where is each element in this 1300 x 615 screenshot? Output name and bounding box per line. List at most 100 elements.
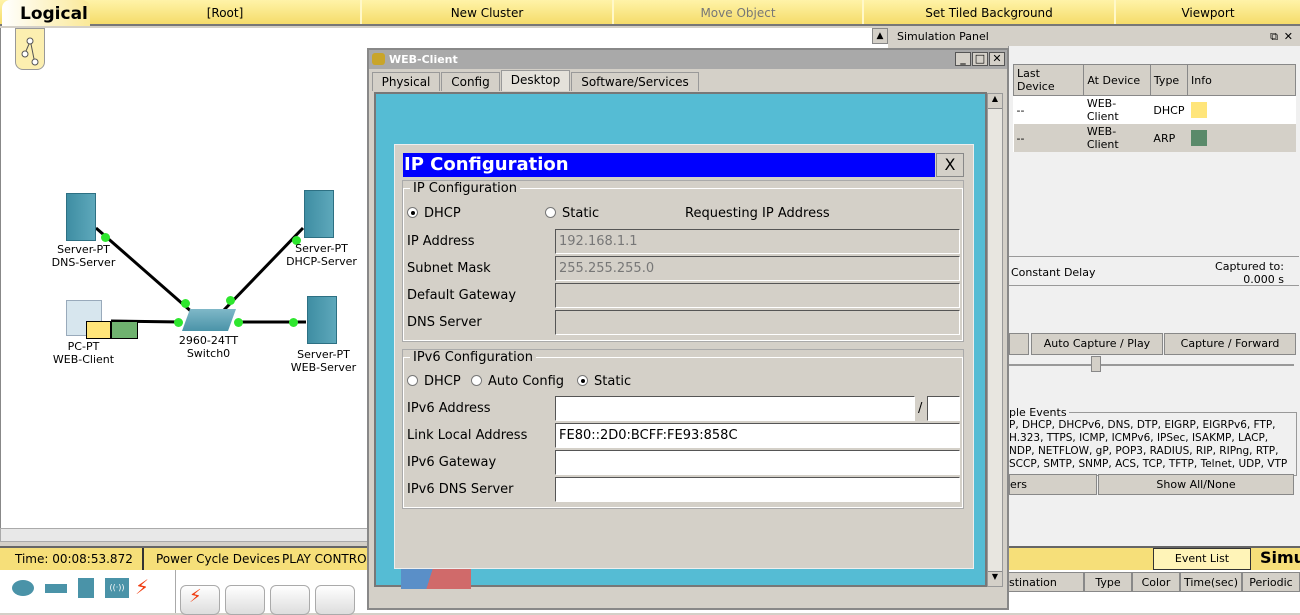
simulation-time: Time: 00:08:53.872 (15, 552, 133, 566)
column-header[interactable]: Last Device (1012, 64, 1085, 96)
ipv6-gateway-label: IPv6 Gateway (407, 455, 497, 470)
ip-configuration-close-button[interactable]: X (936, 153, 964, 177)
info-color-swatch[interactable] (1190, 130, 1207, 146)
delay-option[interactable]: Constant Delay (1011, 266, 1096, 279)
ip-address-input[interactable]: 192.168.1.1 (555, 229, 960, 254)
console-cable-tool[interactable] (225, 585, 265, 615)
switch-icon[interactable] (181, 309, 237, 331)
column-header[interactable]: stination (1008, 572, 1084, 592)
ipv6-gateway-input[interactable] (555, 450, 960, 475)
default-gateway-input[interactable] (555, 283, 960, 308)
ipv6-address-label: IPv6 Address (407, 401, 491, 416)
column-header[interactable]: Color (1132, 572, 1180, 592)
desktop-area: r or IP Configuration X IP Configuration… (374, 92, 987, 589)
desktop-vertical-scrollbar[interactable]: ▲ ▼ (987, 93, 1003, 587)
pdu-envelope-icon[interactable] (86, 321, 111, 339)
link-light (181, 299, 190, 308)
auto-capture-play-button[interactable]: Auto Capture / Play (1031, 333, 1163, 355)
tab-physical[interactable]: Physical (372, 72, 440, 91)
new-cluster-button[interactable]: New Cluster (362, 0, 614, 24)
ip-configuration-title: IP Configuration (403, 153, 935, 177)
speed-slider[interactable] (1009, 364, 1294, 366)
auto-connection-tool[interactable]: ⚡ (180, 585, 220, 615)
device-label: 2960-24TT Switch0 (178, 334, 239, 360)
root-button[interactable]: [Root] (90, 0, 362, 24)
set-tiled-background-button[interactable]: Set Tiled Background (864, 0, 1116, 24)
viewport-button[interactable]: Viewport (1116, 0, 1300, 24)
simulation-mode-tab[interactable]: Simu (1254, 548, 1300, 570)
web-client-window: WEB-Client _ □ ✕ Physical Config Desktop… (367, 48, 1009, 610)
connections-category-icon[interactable]: ⚡ (135, 575, 149, 599)
device-label: Server-PT DNS-Server (51, 243, 116, 269)
subnet-mask-input[interactable]: 255.255.255.0 (555, 256, 960, 281)
hub-category-icon[interactable] (78, 578, 94, 598)
column-header[interactable]: Info (1187, 64, 1296, 96)
app-icon (372, 53, 385, 65)
link-local-address-label: Link Local Address (407, 428, 528, 443)
show-all-none-button[interactable]: Show All/None (1098, 474, 1294, 495)
event-list-filters-legend: ple Events (1009, 406, 1069, 419)
info-color-swatch[interactable] (1190, 102, 1207, 118)
visible-events-list: P, DHCP, DHCPv6, DNS, DTP, EIGRP, EIGRPv… (1009, 419, 1288, 470)
event-list-button[interactable]: Event List (1153, 548, 1251, 570)
tab-desktop[interactable]: Desktop (501, 70, 570, 91)
ipv6-prefix-input[interactable] (927, 396, 960, 421)
edit-filters-button[interactable]: ers (1009, 474, 1097, 495)
dns-server-icon[interactable] (66, 193, 96, 241)
pdu-envelope-icon[interactable] (111, 321, 138, 339)
play-controls-label: PLAY CONTROL (282, 552, 374, 566)
ipv6-static-radio[interactable]: Static (577, 374, 631, 389)
device-label: Server-PT WEB-Server (290, 348, 357, 374)
dhcp-status: Requesting IP Address (685, 206, 830, 221)
link-light (101, 233, 110, 242)
scroll-up-button[interactable]: ▲ (872, 28, 888, 44)
simulation-panel-header: Simulation Panel ⧉ ✕ (890, 28, 1300, 46)
restore-icon[interactable]: ⧉ (1270, 28, 1278, 46)
column-header[interactable]: At Device (1083, 64, 1151, 96)
link-light (226, 296, 235, 305)
logical-tab[interactable]: Logical (2, 0, 90, 26)
subnet-mask-label: Subnet Mask (407, 261, 491, 276)
column-header[interactable]: Type (1149, 64, 1189, 96)
column-header[interactable]: Time(sec) (1180, 572, 1242, 592)
ip-configuration-panel: IP Configuration X IP Configuration DHCP… (394, 144, 974, 569)
switch-category-icon[interactable] (45, 584, 67, 593)
link-local-address-input[interactable]: FE80::2D0:BCFF:FE93:858C (555, 423, 960, 448)
window-title-bar[interactable]: WEB-Client _ □ ✕ (369, 50, 1007, 69)
router-category-icon[interactable] (12, 580, 34, 596)
move-object-button[interactable]: Move Object (614, 0, 864, 24)
dns-server-input[interactable] (555, 310, 960, 335)
column-header[interactable]: Periodic (1242, 572, 1300, 592)
tab-config[interactable]: Config (441, 72, 500, 91)
capture-forward-button[interactable]: Capture / Forward (1164, 333, 1296, 355)
ipv6-dhcp-radio[interactable]: DHCP (407, 374, 461, 389)
pdu-list-header: stination Type Color Time(sec) Periodic (1008, 572, 1300, 592)
maximize-button[interactable]: □ (972, 52, 988, 66)
column-header[interactable]: Type (1084, 572, 1132, 592)
power-cycle-devices-button[interactable]: Power Cycle Devices (142, 548, 280, 570)
event-list-table: Last Device At Device Type Info -- WEB-Clien… (1012, 64, 1296, 152)
device-label: Server-PT DHCP-Server (286, 242, 357, 268)
prefix-separator: / (918, 401, 923, 416)
ipv6-auto-config-radio[interactable]: Auto Config (471, 374, 564, 389)
static-radio[interactable]: Static (545, 206, 599, 221)
straight-cable-tool[interactable] (270, 585, 310, 615)
close-button[interactable]: ✕ (989, 52, 1005, 66)
link-light (289, 318, 298, 327)
crossover-cable-tool[interactable] (315, 585, 355, 615)
speed-slider-handle[interactable] (1091, 356, 1101, 372)
link-light (234, 318, 243, 327)
event-row[interactable]: -- WEB-Client ARP (1013, 124, 1296, 152)
device-label: PC-PT WEB-Client (52, 340, 115, 366)
web-server-icon[interactable] (307, 296, 337, 344)
tab-software-services[interactable]: Software/Services (571, 72, 699, 91)
ipv6-dns-server-label: IPv6 DNS Server (407, 482, 514, 497)
dhcp-server-icon[interactable] (304, 190, 334, 238)
dhcp-radio[interactable]: DHCP (407, 206, 461, 221)
ipv6-dns-server-input[interactable] (555, 477, 960, 502)
wireless-category-icon[interactable]: ((·)) (105, 578, 129, 598)
ipv6-address-input[interactable] (555, 396, 915, 421)
close-icon[interactable]: ✕ (1284, 28, 1293, 46)
minimize-button[interactable]: _ (955, 52, 971, 66)
event-row[interactable]: -- WEB-Client DHCP (1014, 96, 1296, 125)
